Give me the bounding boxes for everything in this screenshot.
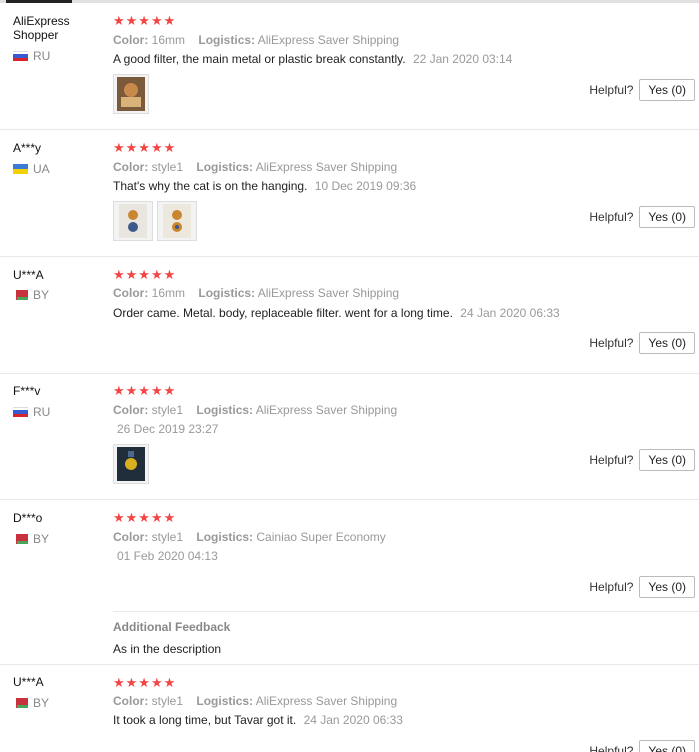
review-meta: Color: style1 Logistics: AliExpress Save… (113, 160, 398, 174)
photo-icon (117, 447, 145, 481)
review-photo-thumbnail[interactable] (113, 74, 149, 114)
tab-underline (0, 0, 699, 3)
reviewer-country: RU (13, 49, 50, 63)
review-meta: Color: style1 Logistics: AliExpress Save… (113, 694, 398, 708)
helpful-yes-button[interactable]: Yes (0) (639, 79, 695, 101)
review-text: 26 Dec 2019 23:27 (117, 422, 219, 436)
helpful-control: Helpful? Yes (0) (589, 740, 695, 752)
review-text: Order came. Metal. body, replaceable fil… (113, 306, 560, 320)
belarus-flag-icon (13, 698, 28, 708)
review-meta: Color: style1 Logistics: AliExpress Save… (113, 403, 398, 417)
helpful-yes-button[interactable]: Yes (0) (639, 740, 695, 752)
helpful-control: Helpful? Yes (0) (589, 449, 695, 471)
ukraine-flag-icon (13, 164, 28, 174)
reviewer-country: RU (13, 405, 50, 419)
review-photo-thumbnail[interactable] (113, 444, 149, 484)
review-meta: Color: 16mm Logistics: AliExpress Saver … (113, 286, 400, 300)
helpful-control: Helpful? Yes (0) (589, 206, 695, 228)
review-meta: Color: 16mm Logistics: AliExpress Saver … (113, 33, 400, 47)
review-divider (0, 373, 699, 374)
review-text: That's why the cat is on the hanging. 10… (113, 179, 417, 193)
helpful-control: Helpful? Yes (0) (589, 332, 695, 354)
review-text: It took a long time, but Tavar got it. 2… (113, 713, 403, 727)
reviewer-name: A***y (13, 141, 42, 155)
review-divider (0, 499, 699, 500)
rating-stars: ★★★★★ (113, 510, 177, 525)
photo-icon (163, 204, 191, 238)
review-photo-thumbnail[interactable] (157, 201, 197, 241)
russia-flag-icon (13, 51, 28, 61)
active-tab-indicator (6, 0, 72, 3)
helpful-control: Helpful? Yes (0) (589, 79, 695, 101)
belarus-flag-icon (13, 534, 28, 544)
rating-stars: ★★★★★ (113, 140, 177, 155)
helpful-yes-button[interactable]: Yes (0) (639, 449, 695, 471)
reviewer-country: BY (13, 696, 49, 710)
additional-feedback-divider (113, 611, 699, 612)
review-text: A good filter, the main metal or plastic… (113, 52, 513, 66)
review-meta: Color: style1 Logistics: Cainiao Super E… (113, 530, 386, 544)
helpful-yes-button[interactable]: Yes (0) (639, 576, 695, 598)
photo-icon (119, 204, 147, 238)
reviewer-country: UA (13, 162, 50, 176)
review-photo-thumbnail[interactable] (113, 201, 153, 241)
rating-stars: ★★★★★ (113, 13, 177, 28)
review-divider (0, 664, 699, 665)
review-text: 01 Feb 2020 04:13 (117, 549, 218, 563)
reviewer-name: U***A (13, 675, 44, 689)
reviewer-country: BY (13, 532, 49, 546)
helpful-yes-button[interactable]: Yes (0) (639, 206, 695, 228)
rating-stars: ★★★★★ (113, 675, 177, 690)
reviewer-name: U***A (13, 268, 44, 282)
rating-stars: ★★★★★ (113, 267, 177, 282)
reviewer-name: AliExpress Shopper (13, 14, 70, 42)
additional-feedback-text: As in the description (113, 642, 222, 656)
helpful-yes-button[interactable]: Yes (0) (639, 332, 695, 354)
reviewer-name: F***v (13, 384, 41, 398)
russia-flag-icon (13, 407, 28, 417)
reviewer-name: D***o (13, 511, 43, 525)
rating-stars: ★★★★★ (113, 383, 177, 398)
belarus-flag-icon (13, 290, 28, 300)
review-divider (0, 256, 699, 257)
additional-feedback-label: Additional Feedback (113, 620, 231, 634)
review-divider (0, 129, 699, 130)
photo-icon (117, 77, 145, 111)
reviewer-country: BY (13, 288, 49, 302)
helpful-control: Helpful? Yes (0) (589, 576, 695, 598)
